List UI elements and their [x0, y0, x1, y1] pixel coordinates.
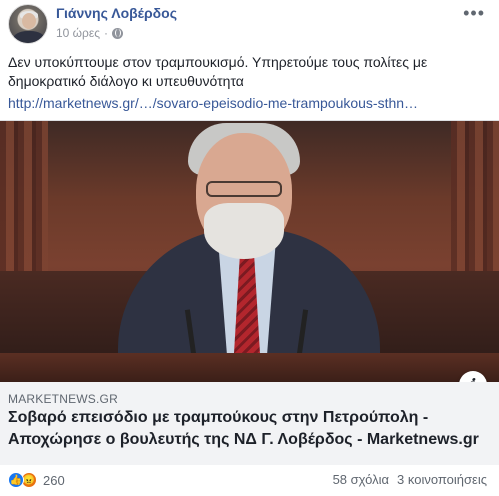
podium [0, 353, 499, 382]
speaker-beard [204, 203, 284, 259]
engagement-counts: 58 σχόλια 3 κοινοποιήσεις [333, 472, 487, 487]
like-icon: 👍 [8, 472, 24, 488]
link-domain: MARKETNEWS.GR [8, 392, 118, 406]
avatar-suit [13, 31, 45, 43]
reaction-count[interactable]: 260 [43, 473, 65, 488]
link-preview-image[interactable] [0, 121, 499, 382]
author-avatar[interactable] [8, 4, 48, 44]
comments-count[interactable]: 58 σχόλια [333, 472, 389, 487]
facebook-post: Γιάννης Λοβέρδος 10 ώρες · ••• Δεν υποκύ… [0, 0, 499, 496]
post-footer: 👍 😠 260 58 σχόλια 3 κοινοποιήσεις [0, 464, 499, 496]
post-meta: 10 ώρες · [56, 26, 124, 40]
shares-count[interactable]: 3 κοινοποιήσεις [397, 472, 487, 487]
link-caption[interactable]: MARKETNEWS.GR Σοβαρό επεισόδιο με τραμπο… [0, 382, 499, 465]
author-name[interactable]: Γιάννης Λοβέρδος [56, 5, 177, 21]
link-title[interactable]: Σοβαρό επεισόδιο με τραμπούκους στην Πετ… [8, 407, 488, 451]
speaker-glasses [206, 181, 282, 197]
post-header: Γιάννης Λοβέρδος 10 ώρες · ••• [0, 0, 499, 48]
avatar-face [22, 13, 36, 29]
post-timestamp[interactable]: 10 ώρες [56, 26, 100, 40]
globe-icon[interactable] [112, 27, 124, 39]
post-link[interactable]: http://marketnews.gr/…/sovaro-epeisodio-… [8, 94, 488, 113]
reactions-summary[interactable]: 👍 😠 260 [8, 472, 65, 488]
link-preview-card[interactable]: i MARKETNEWS.GR Σοβαρό επεισόδιο με τραμ… [0, 120, 499, 465]
more-options-icon[interactable]: ••• [463, 4, 485, 22]
post-text: Δεν υποκύπτουμε στον τραμπουκισμό. Υπηρε… [8, 54, 428, 89]
